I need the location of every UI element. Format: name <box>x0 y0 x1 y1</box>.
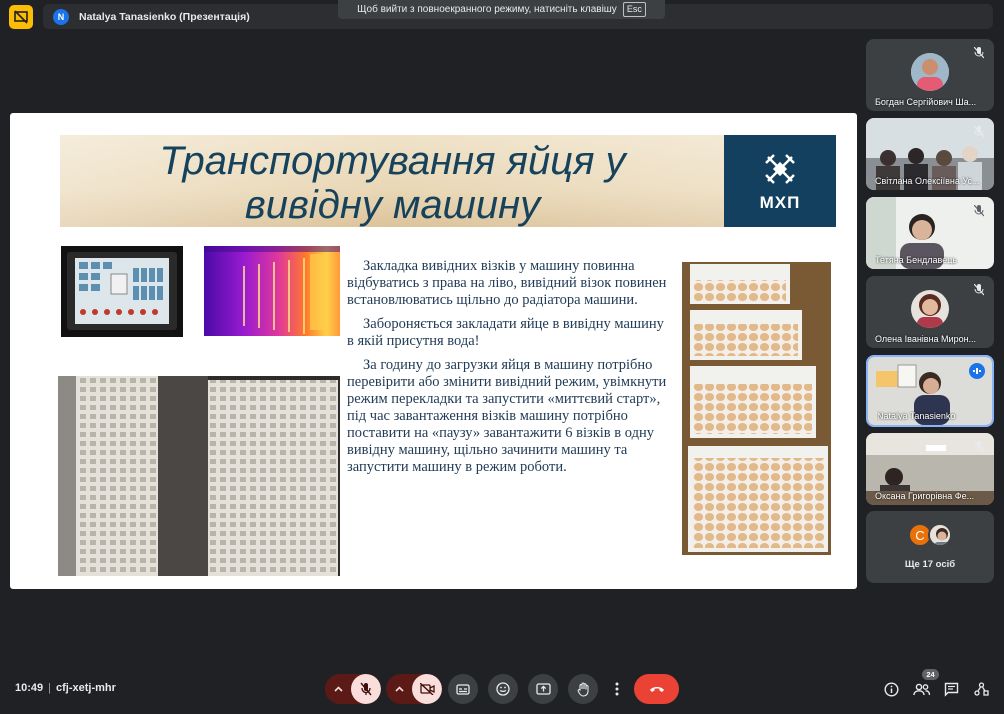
thermal-image-photo <box>204 246 340 336</box>
more-participants-label: Ще 17 осіб <box>904 559 956 570</box>
camera-toggle-button[interactable] <box>412 674 442 704</box>
slide-body-text: Закладка вивідних візків у машину повинн… <box>347 258 674 483</box>
participant-name: Оксана Григорівна Фе... <box>875 491 975 501</box>
present-screen-button[interactable] <box>528 674 558 704</box>
mic-off-icon <box>972 440 986 454</box>
company-logo: МХП <box>724 135 836 227</box>
people-button[interactable] <box>912 680 932 698</box>
activities-button[interactable] <box>972 680 990 698</box>
emoji-icon <box>496 682 510 696</box>
participant-tile[interactable]: Тетяна Бендлавець <box>866 197 994 269</box>
mic-off-icon <box>972 46 986 60</box>
participant-tile[interactable]: Богдан Сергійович Ша... <box>866 39 994 111</box>
participant-tile[interactable]: Світлана Олексіївна Ус... <box>866 118 994 190</box>
participant-tile[interactable]: Олена Іванівна Мирон... <box>866 276 994 348</box>
fullscreen-tip: Щоб вийти з повноекранного режиму, натис… <box>338 0 665 19</box>
separator: | <box>48 682 51 694</box>
leave-call-button[interactable] <box>634 674 679 704</box>
participant-avatar <box>911 290 949 328</box>
people-count-badge: 24 <box>922 669 939 680</box>
slide-title-line1: Транспортування яйця у <box>159 139 626 183</box>
participant-name: Natalya Tanasienko <box>877 411 956 421</box>
esc-key: Esc <box>622 2 646 17</box>
paragraph-2: Забороняється закладати яйце в вивідну м… <box>347 316 664 349</box>
mic-off-icon <box>972 283 986 297</box>
raise-hand-button[interactable] <box>568 674 598 704</box>
paragraph-3: За годину до загрузки яйця в машину потр… <box>347 357 667 475</box>
presenting-label: Natalya Tanasienko (Презентація) <box>79 10 250 23</box>
more-vert-icon <box>615 682 619 696</box>
participant-avatar <box>928 523 952 547</box>
participant-tile[interactable]: Оксана Григорівна Фе... <box>866 433 994 505</box>
chat-icon <box>944 682 958 697</box>
participant-avatar <box>911 53 949 91</box>
camera-options-chevron-icon[interactable] <box>386 674 412 704</box>
activities-icon <box>973 681 989 696</box>
participant-name: Світлана Олексіївна Ус... <box>875 176 980 186</box>
captions-icon <box>456 683 470 695</box>
more-options-button[interactable] <box>608 674 626 704</box>
chat-button[interactable] <box>942 680 960 698</box>
info-icon <box>883 681 899 697</box>
meeting-code: cfj-xetj-mhr <box>56 682 116 694</box>
mic-options-chevron-icon[interactable] <box>325 674 351 704</box>
windmill-icon <box>765 154 795 184</box>
meeting-time: 10:49 <box>15 682 44 694</box>
participant-name: Тетяна Бендлавець <box>875 255 958 265</box>
more-participants-tile[interactable]: С Ще 17 осіб <box>866 511 994 583</box>
hand-icon <box>577 681 589 697</box>
people-icon <box>913 683 931 695</box>
paragraph-1: Закладка вивідних візків у машину повинн… <box>347 258 667 308</box>
reactions-button[interactable] <box>488 674 518 704</box>
mic-control-group <box>325 674 381 704</box>
presentation-slide: Транспортування яйця у вивідну машину МХ… <box>10 113 857 589</box>
participant-name: Богдан Сергійович Ша... <box>875 97 977 107</box>
hatcher-trolleys-photo <box>58 376 340 576</box>
present-icon <box>535 683 551 695</box>
mic-off-icon <box>972 204 986 218</box>
slide-title: Транспортування яйця у вивідну машину <box>60 139 725 227</box>
mic-off-icon <box>360 682 372 696</box>
participant-tile-active[interactable]: Natalya Tanasienko <box>866 355 994 427</box>
presenter-avatar: N <box>53 8 69 25</box>
camera-control-group <box>386 674 442 704</box>
logo-text: МХП <box>759 193 801 212</box>
mic-off-icon <box>972 125 986 139</box>
speaking-indicator-icon <box>969 363 985 379</box>
captions-button[interactable] <box>448 674 478 704</box>
hangup-icon <box>649 687 664 692</box>
meeting-details-button[interactable] <box>882 680 900 698</box>
participant-name: Олена Іванівна Мирон... <box>875 334 977 344</box>
egg-trays-photo <box>682 262 831 555</box>
fullscreen-tip-text: Щоб вийти з повноекранного режиму, натис… <box>357 4 617 15</box>
control-panel-photo <box>61 246 183 337</box>
mic-toggle-button[interactable] <box>351 674 381 704</box>
slide-title-line2: вивідну машину <box>244 183 541 227</box>
camera-off-icon <box>419 683 435 695</box>
presentation-icon[interactable] <box>9 5 33 29</box>
